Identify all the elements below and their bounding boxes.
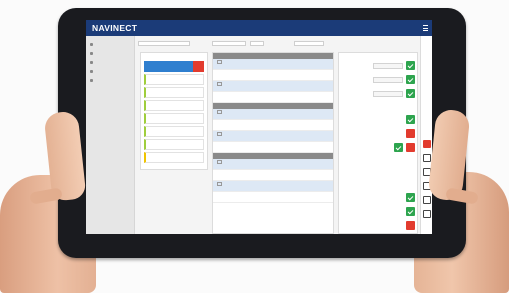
checklist-panel xyxy=(212,52,334,234)
task-card[interactable] xyxy=(144,100,204,111)
checklist-row[interactable] xyxy=(213,59,333,70)
task-card[interactable] xyxy=(144,152,204,163)
confirm-button[interactable] xyxy=(406,207,415,216)
sidebar-item-4[interactable] xyxy=(86,67,134,76)
attachment-icon xyxy=(217,82,222,87)
alert-button[interactable] xyxy=(423,140,431,148)
right-toolbar xyxy=(420,36,432,234)
action-row xyxy=(339,75,419,84)
checklist-row[interactable] xyxy=(213,131,333,142)
checklist-row[interactable] xyxy=(213,170,333,181)
task-card[interactable] xyxy=(144,113,204,124)
action-row xyxy=(339,207,419,216)
reject-button[interactable] xyxy=(406,129,415,138)
checklist-row[interactable] xyxy=(213,109,333,120)
checklist-row[interactable] xyxy=(213,192,333,203)
confirm-button[interactable] xyxy=(406,75,415,84)
checklist-row[interactable] xyxy=(213,142,333,153)
action-row xyxy=(339,193,419,202)
checklist-row[interactable] xyxy=(213,81,333,92)
sidebar-item-3[interactable] xyxy=(86,58,134,67)
tool-button[interactable] xyxy=(423,210,431,218)
task-list-title xyxy=(141,53,207,59)
sidebar-item-1[interactable] xyxy=(86,40,134,49)
attachment-icon xyxy=(217,110,222,115)
confirm-button[interactable] xyxy=(394,143,403,152)
sidebar-item-2[interactable] xyxy=(86,49,134,58)
checklist-row[interactable] xyxy=(213,159,333,170)
confirm-button[interactable] xyxy=(406,115,415,124)
attachment-icon xyxy=(217,60,222,65)
action-row xyxy=(339,61,419,70)
filter-bar xyxy=(138,39,432,47)
confirm-button[interactable] xyxy=(406,89,415,98)
sidebar xyxy=(86,36,135,234)
app-screen: NAVINECT xyxy=(86,20,432,234)
task-card[interactable] xyxy=(144,74,204,85)
sidebar-item-icon xyxy=(90,61,93,64)
attachment-icon xyxy=(217,182,222,187)
tool-button[interactable] xyxy=(423,196,431,204)
value-field[interactable] xyxy=(373,91,403,97)
action-row xyxy=(339,115,419,124)
app-logo: NAVINECT xyxy=(92,23,138,33)
top-bar: NAVINECT xyxy=(86,20,432,36)
filter-field-3[interactable] xyxy=(250,40,264,46)
task-card[interactable] xyxy=(144,139,204,150)
action-row xyxy=(339,129,419,138)
checklist-row[interactable] xyxy=(213,92,333,103)
task-card[interactable] xyxy=(144,126,204,137)
attachment-icon xyxy=(217,160,222,165)
actions-panel xyxy=(338,52,418,234)
task-card[interactable] xyxy=(144,87,204,98)
tool-button[interactable] xyxy=(423,154,431,162)
sidebar-item-icon xyxy=(90,43,93,46)
action-row xyxy=(339,143,419,152)
value-field[interactable] xyxy=(373,77,403,83)
checklist-row[interactable] xyxy=(213,120,333,131)
filter-field-2[interactable] xyxy=(212,40,246,46)
attachment-icon xyxy=(217,132,222,137)
sidebar-item-icon xyxy=(90,79,93,82)
action-row xyxy=(339,221,419,230)
task-card[interactable] xyxy=(144,61,204,72)
confirm-button[interactable] xyxy=(406,61,415,70)
sidebar-item-5[interactable] xyxy=(86,76,134,85)
sidebar-item-icon xyxy=(90,70,93,73)
filter-field-4[interactable] xyxy=(294,40,324,46)
reject-button[interactable] xyxy=(406,221,415,230)
checklist-row[interactable] xyxy=(213,70,333,81)
menu-icon[interactable] xyxy=(423,25,428,31)
task-list-panel xyxy=(140,52,208,170)
task-card-flag xyxy=(193,61,204,72)
confirm-button[interactable] xyxy=(406,193,415,202)
value-field[interactable] xyxy=(373,63,403,69)
filter-field-1[interactable] xyxy=(138,40,190,46)
reject-button[interactable] xyxy=(406,143,415,152)
action-row xyxy=(339,89,419,98)
checklist-row[interactable] xyxy=(213,181,333,192)
sidebar-item-icon xyxy=(90,52,93,55)
